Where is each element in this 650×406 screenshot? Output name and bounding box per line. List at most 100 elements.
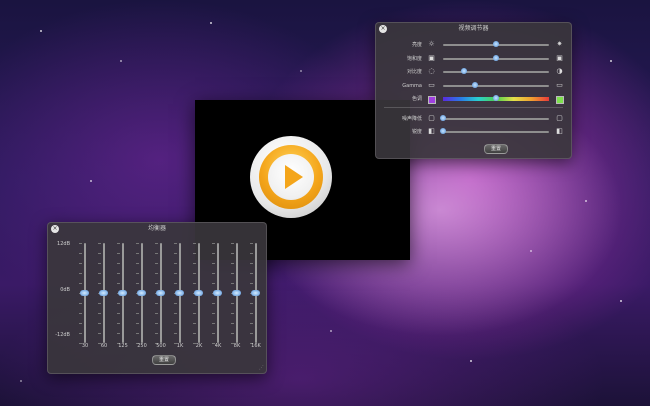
hue-slider[interactable]: [443, 95, 549, 101]
eq-band-slider[interactable]: [98, 243, 110, 345]
eq-knob[interactable]: [232, 290, 241, 296]
eq-knob[interactable]: [99, 290, 108, 296]
eq-tick: [98, 273, 101, 274]
video-adjust-title: 视频调节器: [458, 25, 489, 32]
eq-tick: [155, 263, 158, 264]
adjust-slider[interactable]: [443, 82, 549, 88]
eq-tick: [212, 303, 215, 304]
slider-knob[interactable]: [471, 82, 478, 88]
adjust-row: 亮度 ☼ ✷: [376, 39, 571, 51]
eq-tick: [136, 253, 139, 254]
eq-tick: [231, 333, 234, 334]
contrast-high-icon: ◑: [556, 67, 563, 75]
eq-tick: [174, 313, 177, 314]
eq-tick: [193, 323, 196, 324]
eq-band-slider[interactable]: [231, 243, 243, 345]
eq-tick: [98, 283, 101, 284]
eq-tick: [212, 273, 215, 274]
adjust-slider[interactable]: [440, 115, 549, 121]
eq-tick: [155, 243, 158, 244]
eq-knob[interactable]: [156, 290, 165, 296]
eq-tick: [136, 323, 139, 324]
eq-tick: [193, 253, 196, 254]
video-adjust-reset-button[interactable]: 重置: [484, 144, 508, 154]
eq-knob[interactable]: [118, 290, 127, 296]
noise-high-icon: ▢: [556, 114, 563, 122]
noise-low-icon: ▢: [428, 114, 435, 122]
eq-tick: [212, 313, 215, 314]
eq-knob[interactable]: [251, 290, 260, 296]
adjust-slider[interactable]: [440, 128, 549, 134]
eq-band-slider[interactable]: [212, 243, 224, 345]
video-adjust-panel: × 视频调节器 亮度 ☼ ✷ 饱和度 ▣ ▣ 对比度 ◌ ◑ Gamma ▭ ▭ 色调 噪声降低 ▢ ▢ 锐度 ◧…: [375, 22, 572, 159]
eq-tick: [98, 323, 101, 324]
eq-tick: [231, 303, 234, 304]
contrast-low-icon: ◌: [428, 67, 435, 75]
adjust-slider[interactable]: [443, 55, 549, 61]
eq-knob[interactable]: [175, 290, 184, 296]
eq-band-slider[interactable]: [117, 243, 129, 345]
eq-tick: [174, 243, 177, 244]
eq-tick: [79, 263, 82, 264]
hue-purple-swatch: [428, 96, 436, 104]
play-icon: [259, 145, 323, 209]
adjust-row: 饱和度 ▣ ▣: [376, 53, 571, 65]
eq-band-slider[interactable]: [155, 243, 167, 345]
eq-tick: [193, 243, 196, 244]
play-triangle-icon: [285, 165, 303, 189]
eq-tick: [136, 273, 139, 274]
eq-frequency-label: 500: [156, 343, 166, 349]
adjust-row: 色调: [376, 93, 571, 105]
eq-tick: [136, 283, 139, 284]
eq-tick: [79, 333, 82, 334]
eq-band-slider[interactable]: [193, 243, 205, 345]
play-button[interactable]: [250, 136, 332, 218]
eq-band-slider[interactable]: [136, 243, 148, 345]
eq-tick: [155, 323, 158, 324]
eq-band-slider[interactable]: [174, 243, 186, 345]
gamma-high-icon: ▭: [556, 81, 563, 89]
eq-tick: [250, 303, 253, 304]
slider-knob[interactable]: [440, 128, 446, 134]
adjust-row: Gamma ▭ ▭: [376, 80, 571, 92]
adjust-row: 对比度 ◌ ◑: [376, 66, 571, 78]
slider-knob[interactable]: [440, 115, 446, 121]
eq-tick: [231, 263, 234, 264]
eq-tick: [117, 283, 120, 284]
eq-knob[interactable]: [194, 290, 203, 296]
brightness-high-icon: ✷: [556, 40, 563, 48]
eq-tick: [212, 323, 215, 324]
slider-knob[interactable]: [493, 95, 499, 101]
resize-handle-icon[interactable]: ⋰: [259, 365, 264, 371]
hue-green-swatch: [556, 96, 564, 104]
slider-knob[interactable]: [493, 55, 499, 61]
eq-knob[interactable]: [213, 290, 222, 296]
adjust-label: 对比度: [406, 69, 422, 75]
eq-tick: [136, 243, 139, 244]
eq-tick: [79, 273, 82, 274]
eq-tick: [250, 333, 253, 334]
slider-knob[interactable]: [461, 68, 468, 74]
eq-band-slider[interactable]: [250, 243, 262, 345]
slider-knob[interactable]: [493, 41, 499, 47]
equalizer-panel: × 均衡器 12dB 0dB -12dB 30 60 125 250 500 1K 2K 4K…: [47, 222, 267, 374]
eq-tick: [212, 263, 215, 264]
eq-tick: [193, 333, 196, 334]
eq-tick: [174, 333, 177, 334]
eq-frequency-label: 4K: [214, 343, 222, 349]
adjust-slider[interactable]: [443, 41, 549, 47]
eq-tick: [212, 243, 215, 244]
eq-knob[interactable]: [137, 290, 146, 296]
eq-tick: [117, 303, 120, 304]
adjust-slider[interactable]: [443, 68, 549, 74]
eq-tick: [193, 313, 196, 314]
eq-tick: [174, 303, 177, 304]
adjust-label: 色调: [411, 96, 422, 102]
eq-tick: [193, 273, 196, 274]
eq-tick: [136, 333, 139, 334]
equalizer-reset-button[interactable]: 重置: [152, 355, 176, 365]
eq-knob[interactable]: [80, 290, 89, 296]
eq-tick: [231, 273, 234, 274]
eq-tick: [136, 313, 139, 314]
eq-band-slider[interactable]: [79, 243, 91, 345]
